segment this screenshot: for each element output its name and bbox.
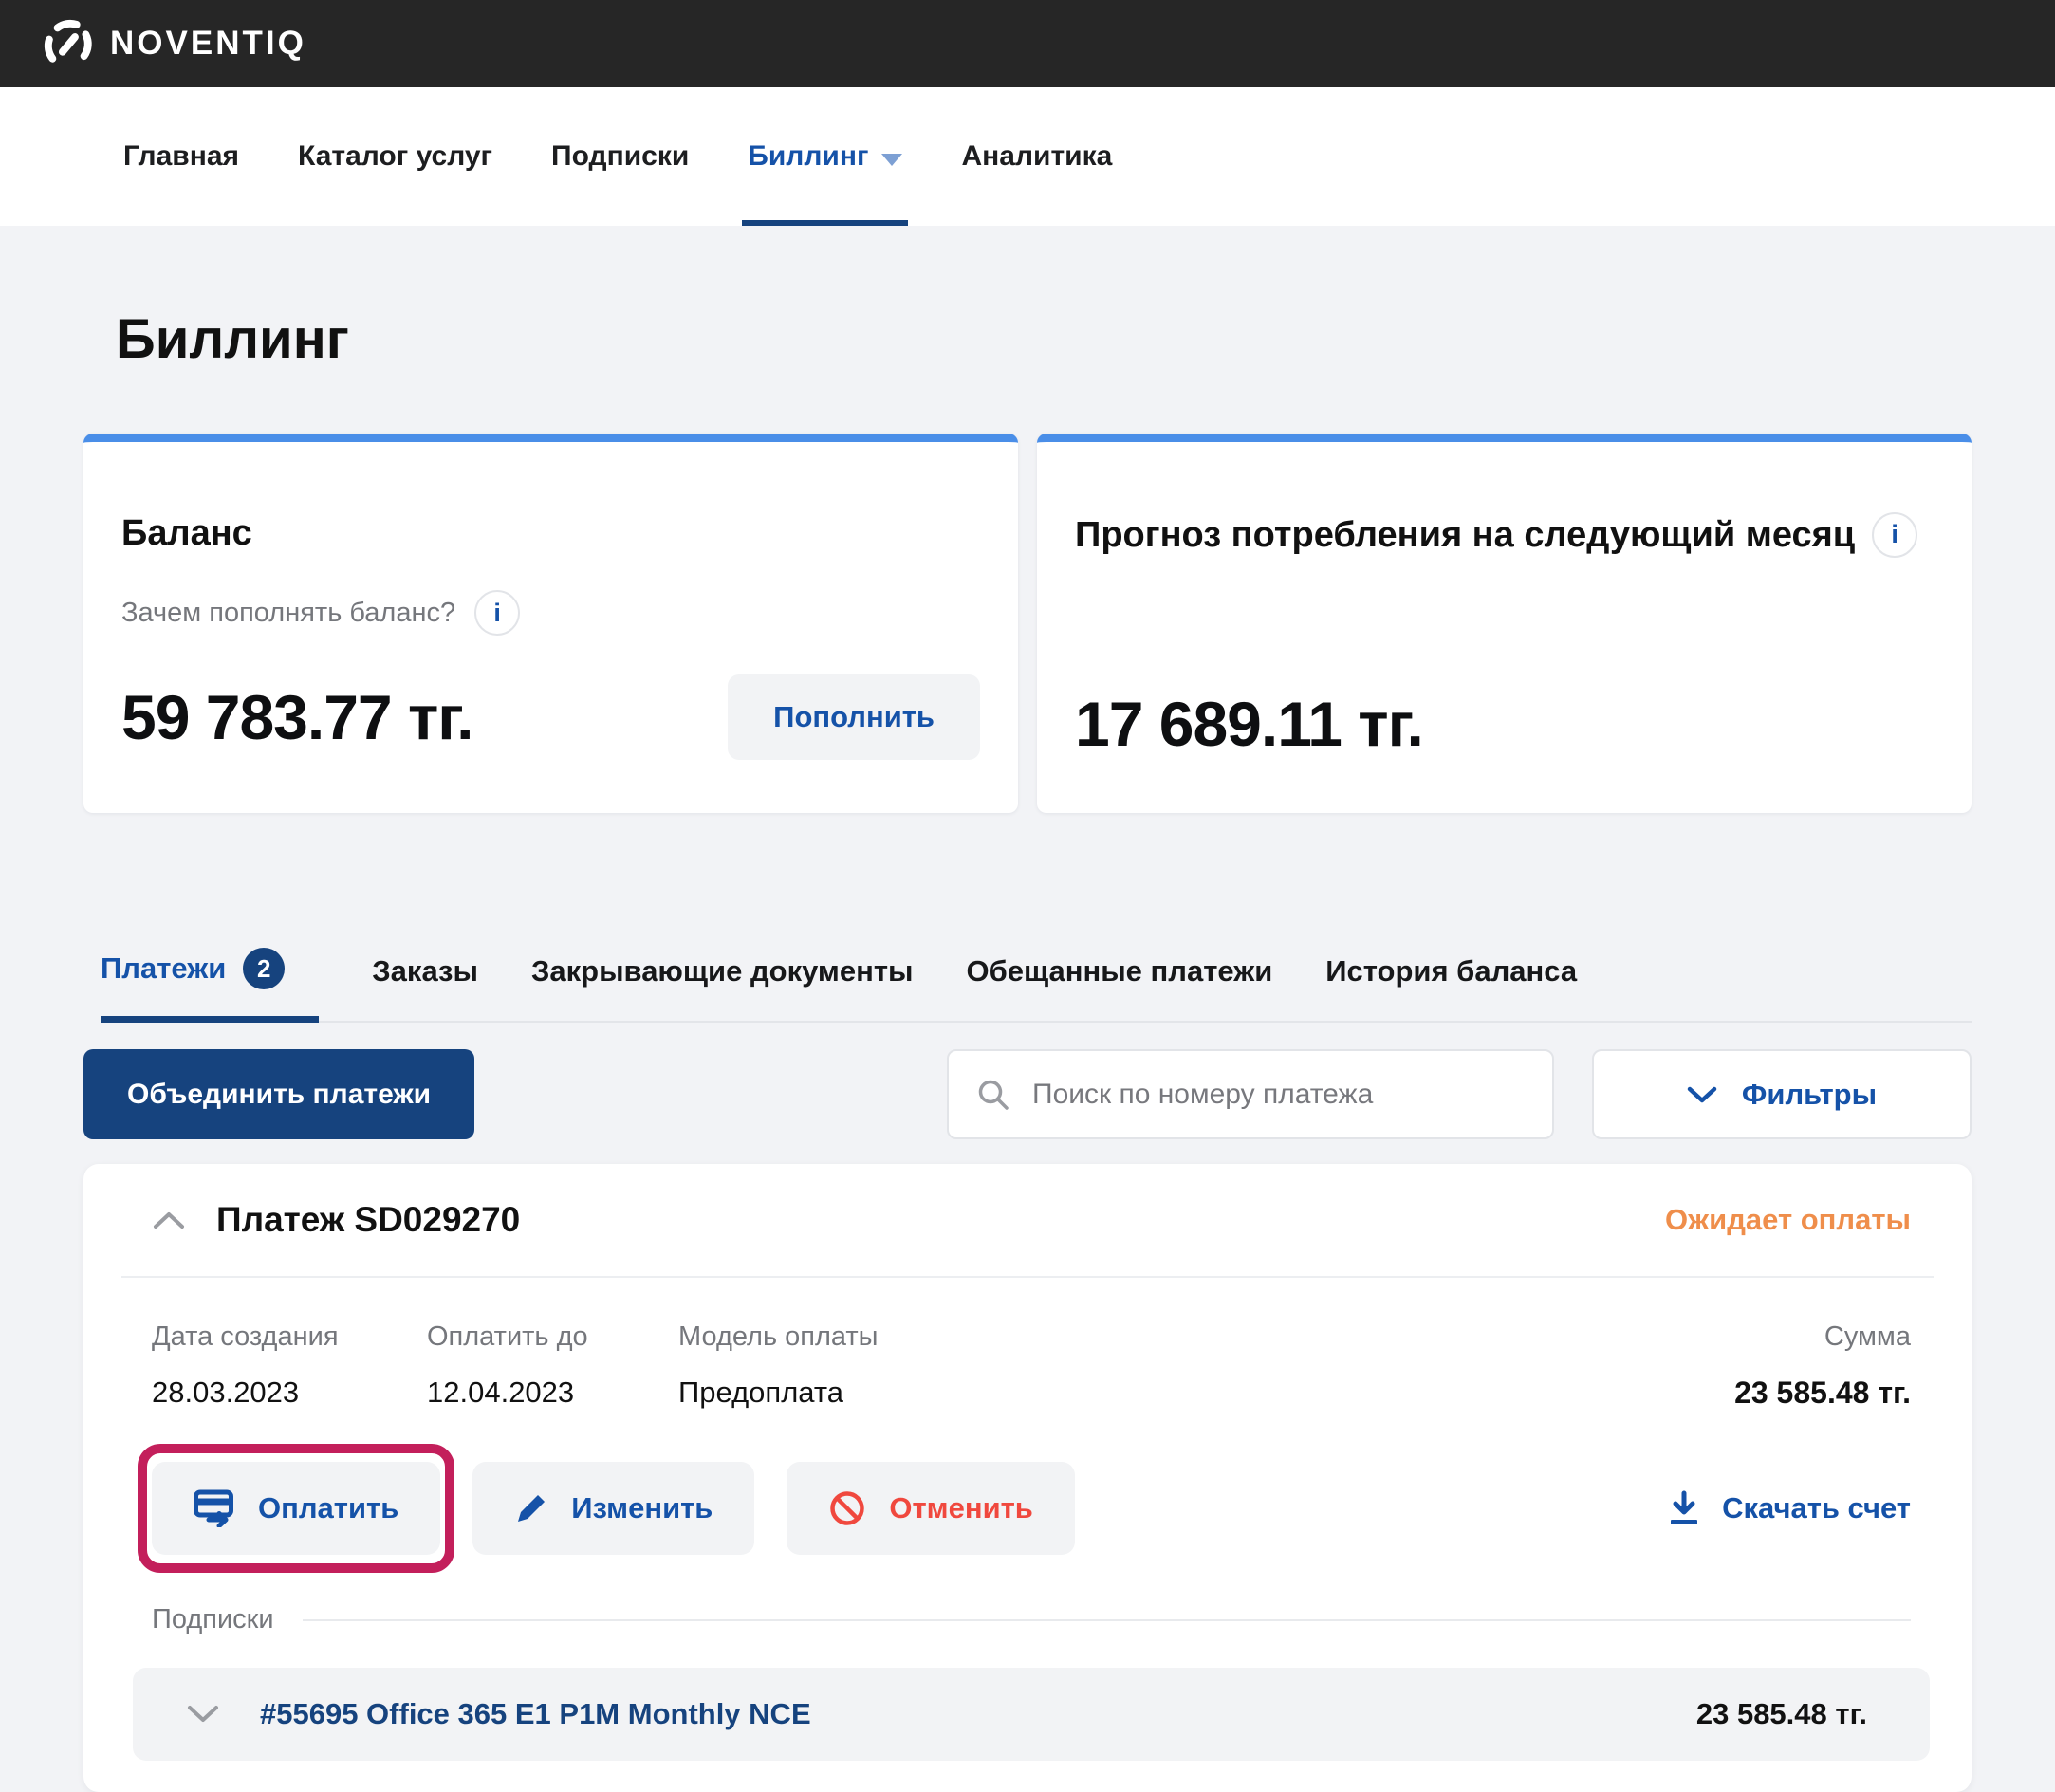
tab-closing-documents[interactable]: Закрывающие документы <box>531 948 914 1021</box>
billing-tabs: Платежи 2 Заказы Закрывающие документы О… <box>101 948 1972 1023</box>
payment-details: Дата создания 28.03.2023 Оплатить до 12.… <box>121 1278 1934 1411</box>
forecast-amount: 17 689.11 тг. <box>1075 688 1423 760</box>
download-invoice-link[interactable]: Скачать счет <box>1667 1490 1911 1526</box>
subscription-name-link[interactable]: #55695 Office 365 E1 P1M Monthly NCE <box>260 1697 811 1731</box>
payment-header: Платеж SD029270 Ожидает оплаты <box>121 1164 1934 1278</box>
payment-status-badge: Ожидает оплаты <box>1665 1203 1911 1237</box>
balance-amount: 59 783.77 тг. <box>121 681 473 753</box>
balance-help-text: Зачем пополнять баланс? <box>121 598 455 629</box>
chevron-down-icon <box>1687 1085 1717 1104</box>
search-input[interactable] <box>1032 1079 1526 1111</box>
payment-actions: Оплатить Изменить <box>152 1462 1911 1555</box>
cancel-button[interactable]: Отменить <box>787 1462 1075 1555</box>
noventiq-logo-icon <box>42 17 95 70</box>
info-icon[interactable]: i <box>474 590 520 636</box>
field-amount: Сумма 23 585.48 тг. <box>1734 1321 1911 1411</box>
forecast-card-title: Прогноз потребления на следующий месяц <box>1075 515 1855 555</box>
page-content: Биллинг Баланс Зачем пополнять баланс? i… <box>0 307 2055 1792</box>
balance-card: Баланс Зачем пополнять баланс? i 59 783.… <box>83 434 1018 813</box>
nav-item-analytics[interactable]: Аналитика <box>961 87 1112 226</box>
subscription-amount: 23 585.48 тг. <box>1696 1697 1867 1731</box>
top-brand-bar: NOVENTIQ <box>0 0 2055 87</box>
brand-wordmark: NOVENTIQ <box>110 25 306 63</box>
search-icon <box>975 1077 1011 1113</box>
page-title: Биллинг <box>116 307 1972 371</box>
credit-card-icon <box>194 1489 235 1527</box>
subscription-row: #55695 Office 365 E1 P1M Monthly NCE 23 … <box>133 1668 1930 1761</box>
payments-toolbar: Объединить платежи Фильтры <box>83 1049 1972 1139</box>
payment-search[interactable] <box>947 1049 1554 1139</box>
nav-item-subscriptions[interactable]: Подписки <box>551 87 689 226</box>
payment-card: Платеж SD029270 Ожидает оплаты Дата созд… <box>83 1164 1972 1792</box>
summary-cards: Баланс Зачем пополнять баланс? i 59 783.… <box>83 434 1972 813</box>
main-navigation: Главная Каталог услуг Подписки Биллинг А… <box>0 87 2055 226</box>
info-icon[interactable]: i <box>1872 512 1917 558</box>
field-payment-model: Модель оплаты Предоплата <box>678 1321 1734 1411</box>
field-created-date: Дата создания 28.03.2023 <box>152 1321 427 1411</box>
chevron-down-icon[interactable] <box>186 1704 220 1725</box>
merge-payments-button[interactable]: Объединить платежи <box>83 1049 474 1139</box>
tab-promised-payments[interactable]: Обещанные платежи <box>966 948 1272 1021</box>
forecast-card: Прогноз потребления на следующий месяцi … <box>1037 434 1972 813</box>
tab-payments[interactable]: Платежи 2 <box>101 948 319 1023</box>
tab-balance-history[interactable]: История баланса <box>1325 948 1577 1021</box>
balance-card-title: Баланс <box>121 508 980 558</box>
cancel-icon <box>828 1489 866 1527</box>
topup-button[interactable]: Пополнить <box>728 674 980 760</box>
tab-orders[interactable]: Заказы <box>372 948 478 1021</box>
divider <box>303 1619 1911 1621</box>
subscriptions-label: Подписки <box>152 1604 274 1635</box>
chevron-up-icon[interactable] <box>152 1210 186 1230</box>
nav-item-billing[interactable]: Биллинг <box>748 87 902 226</box>
pencil-icon <box>514 1491 548 1525</box>
download-icon <box>1667 1490 1701 1526</box>
nav-item-home[interactable]: Главная <box>123 87 239 226</box>
pay-button[interactable]: Оплатить <box>152 1462 440 1555</box>
edit-button[interactable]: Изменить <box>472 1462 754 1555</box>
nav-item-catalog[interactable]: Каталог услуг <box>298 87 492 226</box>
billing-page: { "brand": { "name": "NOVENTIQ" }, "nav"… <box>0 0 2055 1719</box>
payments-count-badge: 2 <box>243 948 285 989</box>
chevron-down-icon <box>881 154 902 166</box>
payment-title: Платеж SD029270 <box>216 1200 520 1240</box>
subscriptions-header: Подписки <box>152 1604 1911 1635</box>
filters-button[interactable]: Фильтры <box>1592 1049 1972 1139</box>
field-due-date: Оплатить до 12.04.2023 <box>427 1321 678 1411</box>
